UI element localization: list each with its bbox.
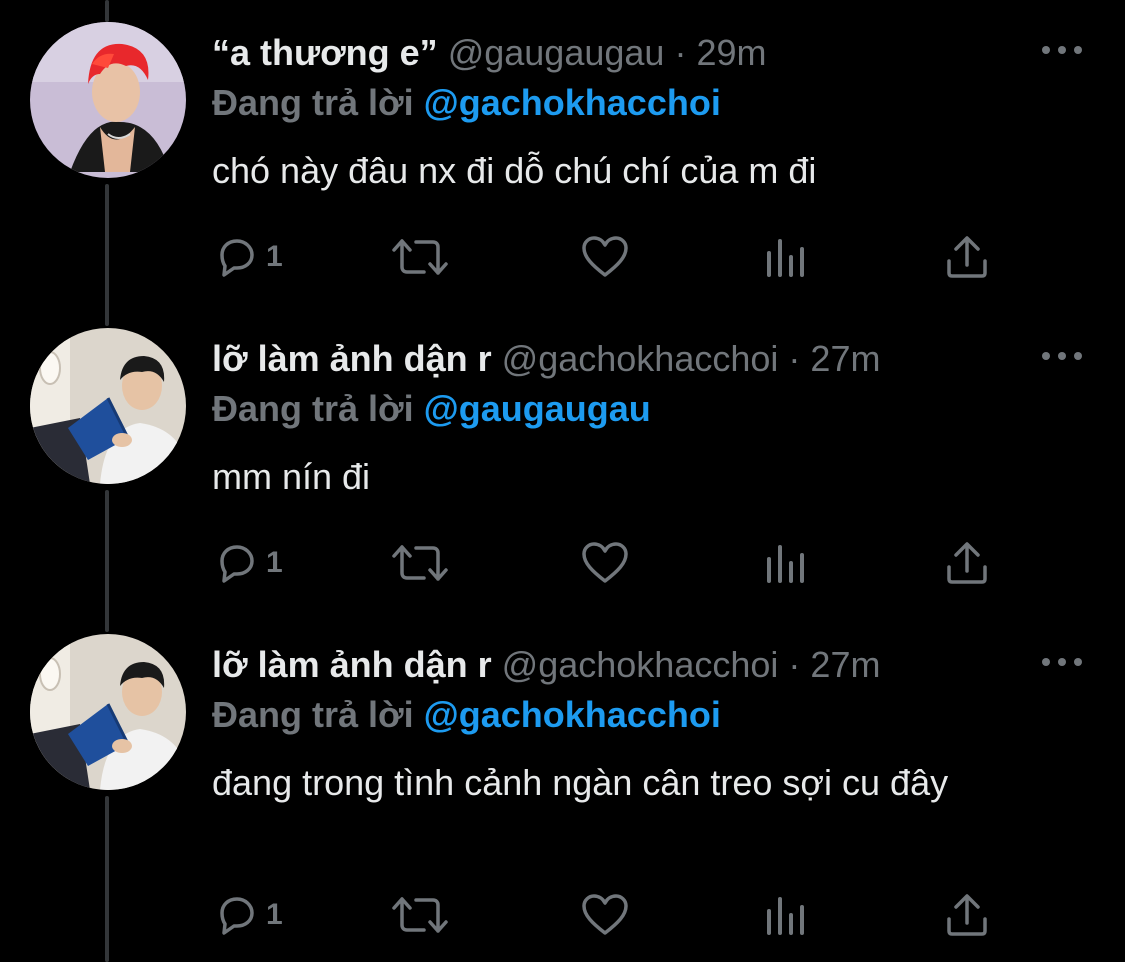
timestamp[interactable]: 27m (810, 644, 880, 685)
retweet-icon (392, 239, 448, 275)
reply-button[interactable]: 1 (212, 232, 283, 282)
avatar-image (30, 634, 186, 790)
share-icon (947, 542, 987, 584)
tweet-header: lỡ làm ảnh dận r @gachokhacchoi · 27m (212, 336, 880, 382)
display-name[interactable]: lỡ làm ảnh dận r (212, 644, 492, 685)
replying-to: Đang trả lời @gachokhacchoi (212, 80, 721, 126)
retweet-button[interactable] (390, 890, 450, 940)
reply-button[interactable]: 1 (212, 890, 283, 940)
reply-icon (220, 897, 254, 935)
separator: · (788, 338, 801, 379)
reply-icon (220, 545, 254, 583)
tweet-header: lỡ làm ảnh dận r @gachokhacchoi · 27m (212, 642, 880, 688)
action-bar: 1 (212, 890, 992, 940)
action-bar: 1 (212, 232, 992, 282)
mention-link[interactable]: @gachokhacchoi (424, 694, 721, 735)
views-icon (767, 545, 804, 583)
like-icon (582, 894, 628, 935)
like-icon (582, 542, 628, 583)
share-icon (947, 894, 987, 936)
views-button[interactable] (764, 538, 808, 588)
reply-button[interactable]: 1 (212, 538, 283, 588)
thread-line-2 (105, 490, 109, 632)
views-button[interactable] (764, 890, 808, 940)
action-bar: 1 (212, 538, 992, 588)
like-button[interactable] (580, 538, 630, 588)
avatar-image (30, 328, 186, 484)
retweet-button[interactable] (390, 232, 450, 282)
replying-to: Đang trả lời @gaugaugau (212, 386, 651, 432)
tweet-text: mm nín đi (212, 456, 371, 497)
share-button[interactable] (944, 890, 990, 940)
share-icon (947, 236, 987, 278)
replying-to: Đang trả lời @gachokhacchoi (212, 692, 721, 738)
like-button[interactable] (580, 890, 630, 940)
avatar-image (30, 22, 186, 178)
like-button[interactable] (580, 232, 630, 282)
thread-line-3 (105, 796, 109, 962)
more-icon[interactable] (1042, 652, 1082, 672)
share-button[interactable] (944, 538, 990, 588)
more-icon[interactable] (1042, 346, 1082, 366)
handle[interactable]: @gachokhacchoi (502, 644, 779, 685)
avatar[interactable] (30, 22, 186, 178)
display-name[interactable]: lỡ làm ảnh dận r (212, 338, 492, 379)
timestamp[interactable]: 29m (696, 32, 766, 73)
views-icon (767, 239, 804, 277)
avatar[interactable] (30, 634, 186, 790)
handle[interactable]: @gaugaugau (448, 32, 665, 73)
replying-to-label: Đang trả lời (212, 694, 414, 735)
separator: · (674, 32, 687, 73)
views-button[interactable] (764, 232, 808, 282)
tweet-text: đang trong tình cảnh ngàn cân treo sợi c… (212, 762, 949, 803)
separator: · (788, 644, 801, 685)
replying-to-label: Đang trả lời (212, 82, 414, 123)
thread-line-top (105, 0, 109, 22)
share-button[interactable] (944, 232, 990, 282)
mention-link[interactable]: @gaugaugau (424, 388, 651, 429)
thread-line-1 (105, 184, 109, 326)
tweet-text: chó này đâu nx đi dỗ chú chí của m đi (212, 150, 817, 191)
like-icon (582, 236, 628, 277)
replying-to-label: Đang trả lời (212, 388, 414, 429)
retweet-icon (392, 897, 448, 933)
retweet-icon (392, 545, 448, 581)
reply-count: 1 (266, 546, 283, 579)
display-name[interactable]: “a thương e” (212, 32, 438, 73)
reply-count: 1 (266, 240, 283, 273)
views-icon (767, 897, 804, 935)
mention-link[interactable]: @gachokhacchoi (424, 82, 721, 123)
timestamp[interactable]: 27m (810, 338, 880, 379)
reply-count: 1 (266, 898, 283, 931)
tweet-header: “a thương e” @gaugaugau · 29m (212, 30, 767, 76)
handle[interactable]: @gachokhacchoi (502, 338, 779, 379)
reply-icon (220, 239, 254, 277)
retweet-button[interactable] (390, 538, 450, 588)
more-icon[interactable] (1042, 40, 1082, 60)
avatar[interactable] (30, 328, 186, 484)
